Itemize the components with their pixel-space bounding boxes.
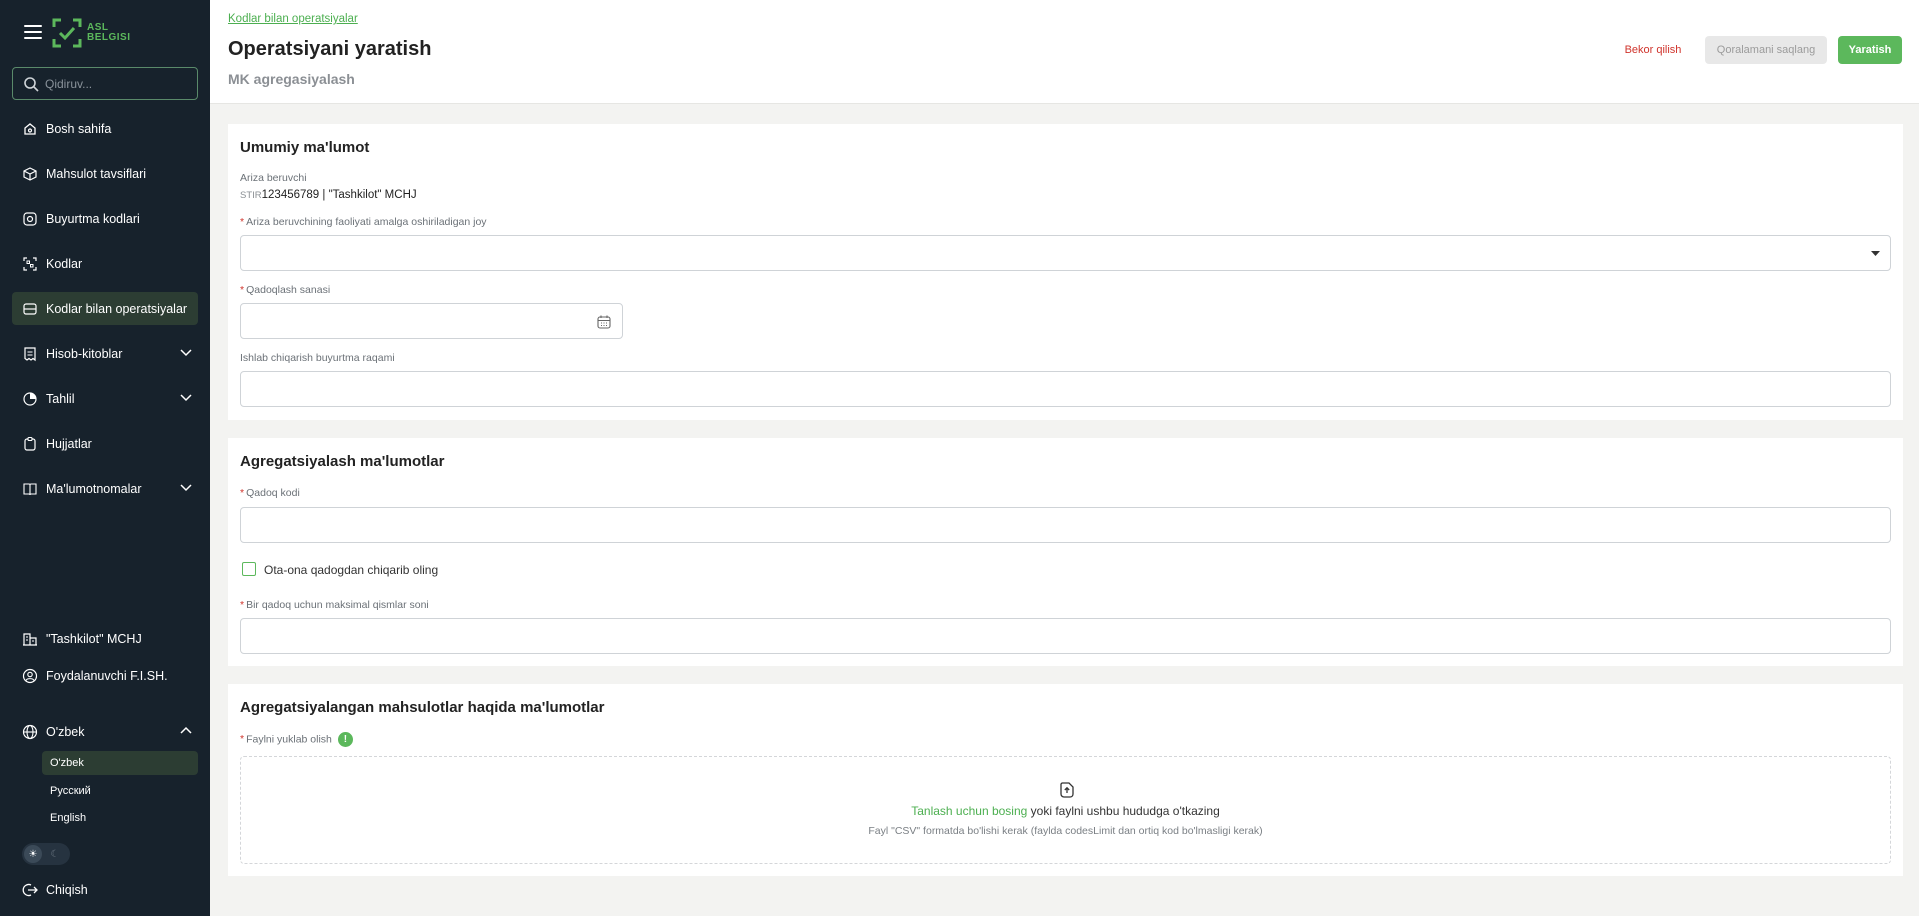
stir-prefix: STIR: [240, 190, 262, 201]
sidebar-item-references[interactable]: Ma'lumotnomalar: [12, 472, 198, 505]
section-title: Umumiy ma'lumot: [240, 139, 370, 156]
order-codes-icon: [22, 211, 38, 227]
sidebar-item-label: Buyurtma kodlari: [46, 211, 140, 226]
sidebar-item-label: Kodlar bilan operatsiyalar: [46, 301, 188, 316]
search-icon: [24, 76, 39, 92]
scan-icon: [22, 256, 38, 272]
page-subtitle: MK agregasiyalash: [228, 71, 355, 87]
sidebar-item-code-operations[interactable]: Kodlar bilan operatsiyalar: [12, 292, 198, 325]
sidebar-item-codes[interactable]: Kodlar: [12, 247, 198, 280]
package-code-input[interactable]: [240, 507, 1891, 543]
logout-icon: [22, 882, 38, 898]
file-upload-label: * Faylni yuklab olish!: [240, 732, 353, 747]
applicant-value: STIR123456789 | "Tashkilot" MCHJ: [240, 189, 417, 201]
globe-icon: [22, 724, 38, 740]
search-box[interactable]: [12, 67, 198, 100]
box-icon: [22, 166, 38, 182]
search-input[interactable]: [45, 76, 185, 91]
stir-value: 123456789 | "Tashkilot" MCHJ: [261, 189, 417, 201]
aggregation-section: Agregatsiyalash ma'lumotlar * Qadoq kodi …: [228, 438, 1903, 666]
sidebar-item-label: Ma'lumotnomalar: [46, 481, 142, 496]
location-label: * Ariza beruvchining faoliyati amalga osh…: [240, 216, 487, 228]
theme-toggle[interactable]: ☀ ☾: [22, 843, 70, 865]
remove-parent-checkbox[interactable]: [242, 562, 256, 576]
sidebar-item-user[interactable]: Foydalanuvchi F.I.SH.: [12, 659, 198, 692]
dropzone-text-rest: yoki faylni ushbu hududga o'tkazing: [1027, 804, 1220, 818]
info-icon[interactable]: !: [337, 732, 353, 747]
logo-icon: [52, 18, 82, 48]
analytics-icon: [22, 391, 38, 407]
receipt-icon: [22, 346, 38, 362]
breadcrumb[interactable]: Kodlar bilan operatsiyalar: [228, 13, 358, 25]
dropzone-hint: Fayl "CSV" formatda bo'lishi kerak (fayl…: [868, 825, 1263, 837]
language-option-english[interactable]: English: [42, 806, 198, 830]
chevron-down-icon: [180, 394, 192, 402]
language-option-russian[interactable]: Русский: [42, 779, 198, 803]
upload-file-icon: [1060, 782, 1074, 798]
sidebar-item-label: Bosh sahifa: [46, 121, 112, 136]
building-icon: [22, 631, 38, 647]
menu-icon[interactable]: [24, 25, 42, 39]
chevron-down-icon: [180, 349, 192, 357]
sidebar-item-order-codes[interactable]: Buyurtma kodlari: [12, 202, 198, 235]
sidebar-item-organization[interactable]: "Tashkilot" MCHJ: [12, 622, 198, 655]
packing-date-input[interactable]: [240, 303, 623, 339]
sidebar-item-label: Foydalanuvchi F.I.SH.: [46, 668, 168, 683]
sidebar-item-label: Hujjatlar: [46, 436, 92, 451]
sidebar: ASL BELGISI Bosh sahifa Mahsulot tavsifl…: [0, 0, 210, 916]
package-code-label: * Qadoq kodi: [240, 487, 300, 499]
page-header: Kodlar bilan operatsiyalar Operatsiyani …: [210, 0, 1919, 104]
sidebar-item-label: Hisob-kitoblar: [46, 346, 123, 361]
sidebar-item-label: Kodlar: [46, 256, 83, 271]
language-current: O'zbek: [46, 724, 85, 739]
sidebar-item-label: "Tashkilot" MCHJ: [46, 631, 142, 646]
caret-down-icon: [1871, 251, 1880, 256]
file-dropzone[interactable]: Tanlash uchun bosing yoki faylni ushbu h…: [240, 756, 1891, 864]
max-parts-label: * Bir qadoq uchun maksimal qismlar soni: [240, 599, 429, 611]
operations-icon: [22, 301, 38, 317]
choose-file-link[interactable]: Tanlash uchun bosing: [911, 804, 1027, 818]
remove-parent-label[interactable]: Ota-ona qadogdan chiqarib oling: [264, 563, 438, 577]
sidebar-item-label: Mahsulot tavsiflari: [46, 166, 147, 181]
aggregated-products-section: Agregatsiyalangan mahsulotlar haqida ma'…: [228, 684, 1903, 876]
order-number-input[interactable]: [240, 371, 1891, 407]
sun-icon[interactable]: ☀: [24, 845, 42, 863]
packing-date-label: * Qadoqlash sanasi: [240, 284, 331, 296]
order-number-label: Ishlab chiqarish buyurtma raqami: [240, 352, 395, 364]
section-title: Agregatsiyalangan mahsulotlar haqida ma'…: [240, 699, 605, 716]
moon-icon[interactable]: ☾: [46, 845, 64, 863]
logout-button[interactable]: Chiqish: [12, 873, 198, 906]
book-icon: [22, 481, 38, 497]
logo-line2: BELGISI: [87, 32, 131, 43]
sidebar-item-product-descriptions[interactable]: Mahsulot tavsiflari: [12, 157, 198, 190]
clipboard-icon: [22, 436, 38, 452]
sidebar-header: ASL BELGISI: [0, 0, 210, 64]
general-info-section: Umumiy ma'lumot Ariza beruvchi STIR12345…: [228, 124, 1903, 420]
location-select[interactable]: [240, 235, 1891, 271]
sidebar-item-home[interactable]: Bosh sahifa: [12, 112, 198, 145]
applicant-label: Ariza beruvchi: [240, 172, 307, 184]
sidebar-item-analytics[interactable]: Tahlil: [12, 382, 198, 415]
language-selector[interactable]: O'zbek: [12, 715, 198, 748]
page-title: Operatsiyani yaratish: [228, 38, 432, 60]
logo[interactable]: ASL BELGISI: [52, 17, 131, 49]
chevron-up-icon: [180, 726, 192, 734]
language-option-uzbek[interactable]: O'zbek: [42, 751, 198, 775]
cancel-button[interactable]: Bekor qilish: [1610, 36, 1696, 64]
chevron-down-icon: [180, 484, 192, 492]
create-button[interactable]: Yaratish: [1838, 36, 1902, 64]
user-icon: [22, 668, 38, 684]
sidebar-item-documents[interactable]: Hujjatlar: [12, 427, 198, 460]
logout-label: Chiqish: [46, 882, 88, 897]
save-draft-button[interactable]: Qoralamani saqlang: [1705, 36, 1827, 64]
section-title: Agregatsiyalash ma'lumotlar: [240, 453, 445, 470]
home-icon: [22, 121, 38, 137]
max-parts-input[interactable]: [240, 618, 1891, 654]
dropzone-text: Tanlash uchun bosing yoki faylni ushbu h…: [241, 804, 1890, 818]
calendar-icon[interactable]: [596, 314, 612, 330]
sidebar-item-label: Tahlil: [46, 391, 75, 406]
sidebar-item-accounts[interactable]: Hisob-kitoblar: [12, 337, 198, 370]
